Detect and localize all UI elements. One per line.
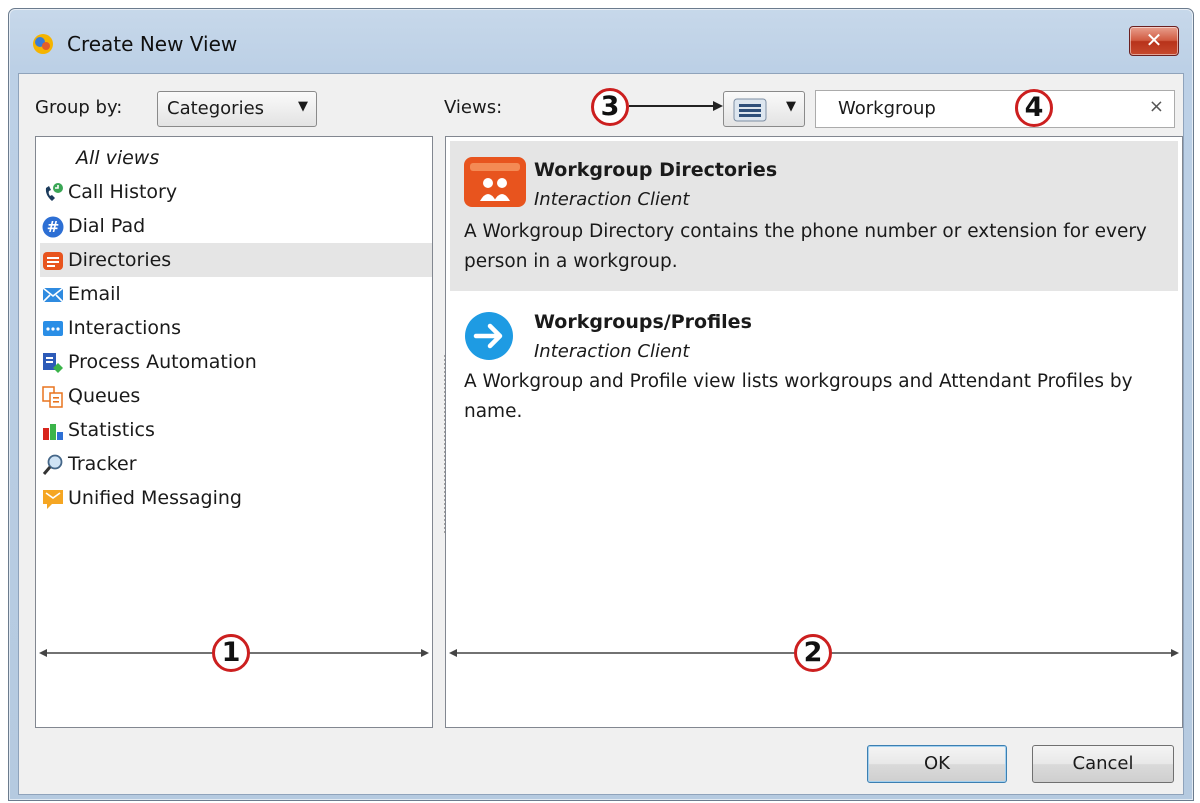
search-value: Workgroup — [838, 98, 936, 119]
chevron-down-icon: ▼ — [786, 99, 796, 114]
view-item-workgroup-directories[interactable]: Workgroup Directories Interaction Client… — [450, 141, 1178, 291]
category-tracker[interactable]: Tracker — [40, 447, 432, 481]
category-label: Tracker — [68, 453, 137, 475]
view-description: A Workgroup Directory contains the phone… — [464, 221, 1147, 272]
view-subtitle: Interaction Client — [534, 341, 690, 362]
workgroup-directory-icon — [464, 157, 526, 207]
category-all-views[interactable]: All views — [40, 141, 432, 175]
view-subtitle: Interaction Client — [534, 189, 690, 210]
category-call-history[interactable]: Call History — [40, 175, 432, 209]
category-interactions[interactable]: Interactions — [40, 311, 432, 345]
categories-list[interactable]: All views Call History # Dial Pad Direct… — [35, 136, 433, 728]
category-label: Queues — [68, 385, 141, 407]
category-label: Directories — [68, 249, 172, 271]
category-label: Interactions — [68, 317, 181, 339]
close-icon: ✕ — [1145, 28, 1163, 52]
window-title: Create New View — [67, 32, 238, 56]
cancel-button[interactable]: Cancel — [1032, 745, 1174, 783]
dial-pad-icon: # — [42, 216, 64, 238]
close-button[interactable]: ✕ — [1129, 26, 1179, 56]
group-by-value: Categories — [167, 98, 265, 119]
category-unified-messaging[interactable]: Unified Messaging — [40, 481, 432, 515]
category-dial-pad[interactable]: # Dial Pad — [40, 209, 432, 243]
clear-search-icon[interactable]: × — [1149, 96, 1164, 117]
views-label: Views: — [444, 97, 503, 118]
view-item-workgroups-profiles[interactable]: Workgroups/Profiles Interaction Client A… — [450, 295, 1178, 435]
category-label: Unified Messaging — [68, 487, 242, 509]
category-label: Email — [68, 283, 121, 305]
process-automation-icon — [43, 353, 63, 373]
arrow-right-circle-icon — [465, 312, 513, 360]
search-input[interactable]: Workgroup × — [815, 90, 1175, 128]
unified-messaging-icon — [43, 490, 63, 509]
statistics-icon — [43, 424, 63, 440]
category-queues[interactable]: Queues — [40, 379, 432, 413]
tracker-icon — [42, 454, 63, 475]
list-view-icon — [733, 98, 767, 122]
category-label: Call History — [68, 181, 178, 203]
category-label: Dial Pad — [68, 215, 146, 237]
callout-2: 2 — [794, 634, 832, 672]
category-label: Process Automation — [68, 351, 257, 373]
directories-icon — [43, 252, 63, 270]
dialog-body: Group by: Categories ▼ Views: 3 ▼ Workgr… — [18, 73, 1184, 795]
view-mode-dropdown[interactable]: ▼ — [723, 91, 805, 127]
callout-3: 3 — [591, 88, 629, 126]
create-new-view-dialog: Create New View ✕ Group by: Categories ▼… — [8, 8, 1194, 801]
category-statistics[interactable]: Statistics — [40, 413, 432, 447]
title-bar[interactable]: Create New View ✕ — [9, 9, 1193, 73]
chevron-down-icon: ▼ — [298, 99, 308, 114]
interactions-icon — [43, 321, 63, 336]
category-process-automation[interactable]: Process Automation — [40, 345, 432, 379]
category-label: All views — [76, 147, 160, 169]
callout-1: 1 — [212, 634, 250, 672]
category-email[interactable]: Email — [40, 277, 432, 311]
view-description: A Workgroup and Profile view lists workg… — [464, 371, 1133, 422]
phone-history-icon — [45, 183, 63, 201]
group-by-label: Group by: — [35, 97, 123, 118]
callout-4: 4 — [1015, 89, 1053, 127]
app-logo-icon — [33, 34, 53, 54]
email-icon — [42, 287, 64, 303]
category-label: Statistics — [68, 419, 155, 441]
view-title: Workgroup Directories — [534, 159, 778, 181]
group-by-dropdown[interactable]: Categories ▼ — [157, 91, 317, 127]
category-directories[interactable]: Directories — [40, 243, 432, 277]
ok-button[interactable]: OK — [867, 745, 1007, 783]
view-title: Workgroups/Profiles — [534, 311, 752, 333]
callout-arrow-3 — [629, 101, 723, 111]
svg-text:#: # — [47, 218, 60, 236]
queues-icon — [42, 386, 63, 408]
views-list[interactable]: Workgroup Directories Interaction Client… — [445, 136, 1183, 728]
